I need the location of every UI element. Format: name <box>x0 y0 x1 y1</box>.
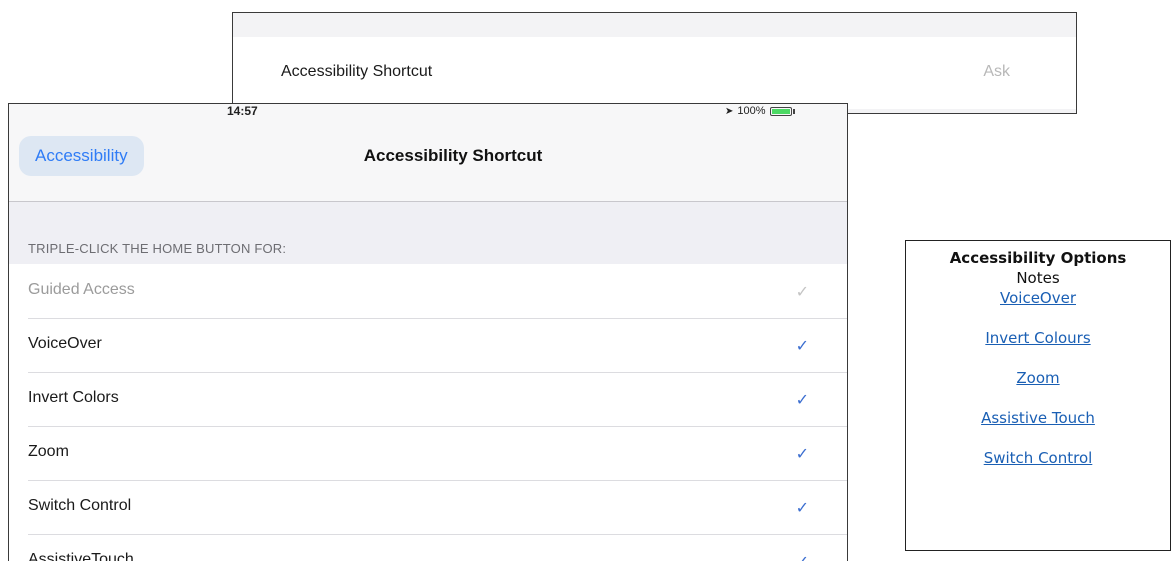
option-label: VoiceOver <box>28 335 102 352</box>
status-indicators: ➤ 100% <box>725 105 795 117</box>
navigation-bar: Accessibility Accessibility Shortcut <box>9 124 847 202</box>
option-label: Switch Control <box>28 497 132 514</box>
accessibility-shortcut-value: Ask <box>983 63 1010 80</box>
shortcut-inset-screenshot: Accessibility Shortcut Ask <box>232 12 1077 114</box>
option-label: AssistiveTouch <box>28 551 134 561</box>
notes-title: Accessibility Options <box>949 249 1127 267</box>
section-header: TRIPLE-CLICK THE HOME BUTTON FOR: <box>28 241 287 256</box>
status-bar: 14:57 ➤ 100% <box>9 104 847 124</box>
ipad-settings-screen: 14:57 ➤ 100% Accessibility Accessibility… <box>8 103 848 561</box>
option-row-voiceover[interactable]: VoiceOver ✓ <box>9 318 847 372</box>
checkmark-icon: ✓ <box>795 446 809 463</box>
option-row-zoom[interactable]: Zoom ✓ <box>9 426 847 480</box>
battery-tip-icon <box>792 108 795 114</box>
option-row-assistivetouch[interactable]: AssistiveTouch ✓ <box>9 534 847 561</box>
battery-percent: 100% <box>737 105 766 117</box>
status-time: 14:57 <box>227 104 258 118</box>
option-label: Zoom <box>28 443 69 460</box>
accessibility-notes-box: Accessibility Options Notes VoiceOver In… <box>905 240 1171 551</box>
link-voiceover[interactable]: VoiceOver <box>906 289 1170 307</box>
link-zoom[interactable]: Zoom <box>906 369 1170 387</box>
checkmark-icon: ✓ <box>795 392 809 409</box>
accessibility-shortcut-row[interactable]: Accessibility Shortcut Ask <box>233 37 1076 109</box>
location-arrow-icon: ➤ <box>725 105 734 117</box>
option-row-invert-colors[interactable]: Invert Colors ✓ <box>9 372 847 426</box>
checkmark-icon: ✓ <box>796 552 809 561</box>
option-label: Invert Colors <box>28 389 119 406</box>
notes-subtitle: Notes <box>1016 269 1060 287</box>
battery-fill <box>771 108 790 114</box>
link-invert-colours[interactable]: Invert Colours <box>906 329 1170 347</box>
option-label: Guided Access <box>28 281 135 298</box>
link-switch-control[interactable]: Switch Control <box>906 449 1170 467</box>
link-assistive-touch[interactable]: Assistive Touch <box>906 409 1170 427</box>
checkmark-icon: ✓ <box>795 284 809 301</box>
checkmark-icon: ✓ <box>795 500 809 517</box>
checkmark-icon: ✓ <box>795 338 809 355</box>
shortcut-options-list: Guided Access ✓ VoiceOver ✓ Invert Color… <box>9 264 847 561</box>
page-title: Accessibility Shortcut <box>363 146 543 165</box>
option-row-guided-access[interactable]: Guided Access ✓ <box>9 264 847 318</box>
battery-icon <box>769 106 792 116</box>
accessibility-shortcut-label: Accessibility Shortcut <box>281 63 433 80</box>
option-row-switch-control[interactable]: Switch Control ✓ <box>9 480 847 534</box>
